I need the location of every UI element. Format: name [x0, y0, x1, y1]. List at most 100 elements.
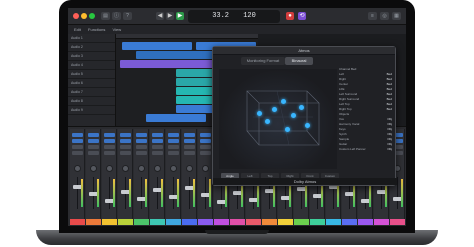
plugin-slot[interactable]	[168, 139, 179, 143]
channel-color-label[interactable]	[374, 219, 389, 225]
channel-color-label[interactable]	[118, 219, 133, 225]
inspector-icon[interactable]: ⓘ	[112, 12, 121, 20]
object-dot[interactable]	[257, 111, 262, 116]
plugin-slot[interactable]	[120, 139, 131, 143]
atmos-plugin-window[interactable]: Atmos Monitoring Format Binaural Channel…	[212, 46, 397, 186]
plugin-slot[interactable]	[104, 145, 115, 149]
pan-knob[interactable]	[202, 165, 209, 172]
3d-object-view[interactable]	[219, 69, 337, 169]
channel-color-label[interactable]	[214, 219, 229, 225]
channel-color-label[interactable]	[70, 219, 85, 225]
cycle-button[interactable]: ⟲	[298, 12, 306, 20]
track-header[interactable]: Audio 3	[68, 52, 115, 61]
forward-icon[interactable]: ▶	[166, 12, 174, 20]
plugin-slot[interactable]	[72, 145, 83, 149]
channel-color-label[interactable]	[150, 219, 165, 225]
plugin-slot[interactable]	[200, 133, 211, 137]
channel-color-label[interactable]	[134, 219, 149, 225]
object-dot[interactable]	[291, 113, 296, 118]
object-dot[interactable]	[272, 107, 277, 112]
audio-region[interactable]	[122, 42, 192, 50]
browser-icon[interactable]: ▦	[392, 12, 401, 20]
list-editors-icon[interactable]: ≡	[368, 12, 377, 20]
tab-monitoring-format[interactable]: Monitoring Format	[241, 57, 285, 65]
track-header[interactable]: Audio 2	[68, 43, 115, 52]
track-header[interactable]: Audio 6	[68, 79, 115, 88]
channel-color-label[interactable]	[358, 219, 373, 225]
plugin-slot[interactable]	[72, 151, 83, 155]
channel-color-label[interactable]	[326, 219, 341, 225]
plugin-slot[interactable]	[104, 151, 115, 155]
plugin-slot[interactable]	[168, 145, 179, 149]
channel-strip[interactable]	[86, 129, 101, 225]
plugin-slot[interactable]	[120, 145, 131, 149]
plugin-slot[interactable]	[184, 133, 195, 137]
channel-strip[interactable]	[166, 129, 181, 225]
channel-color-label[interactable]	[342, 219, 357, 225]
object-dot[interactable]	[285, 127, 290, 132]
pan-knob[interactable]	[170, 165, 177, 172]
plugin-slot[interactable]	[88, 133, 99, 137]
plugin-slot[interactable]	[120, 151, 131, 155]
plugin-slot[interactable]	[152, 151, 163, 155]
track-header[interactable]: Audio 4	[68, 61, 115, 70]
channel-strip[interactable]	[118, 129, 133, 225]
menu-edit[interactable]: Edit	[74, 27, 81, 32]
plugin-slot[interactable]	[152, 145, 163, 149]
object-dot[interactable]	[265, 119, 270, 124]
channel-color-label[interactable]	[182, 219, 197, 225]
rewind-icon[interactable]: ◀	[156, 12, 164, 20]
lcd-display[interactable]: 33.2 120	[188, 10, 280, 23]
channel-color-label[interactable]	[278, 219, 293, 225]
plugin-slot[interactable]	[200, 151, 211, 155]
menu-view[interactable]: View	[113, 27, 122, 32]
object-dot[interactable]	[281, 99, 286, 104]
track-header[interactable]: Audio 8	[68, 97, 115, 106]
track-header[interactable]: Audio 9	[68, 106, 115, 115]
pan-knob[interactable]	[154, 165, 161, 172]
zoom-window-button[interactable]	[89, 13, 95, 19]
plugin-slot[interactable]	[136, 133, 147, 137]
plugin-slot[interactable]	[72, 139, 83, 143]
channel-color-label[interactable]	[198, 219, 213, 225]
pan-knob[interactable]	[90, 165, 97, 172]
bar-ruler[interactable]	[116, 34, 258, 39]
channel-strip[interactable]	[150, 129, 165, 225]
pan-knob[interactable]	[138, 165, 145, 172]
plugin-slot[interactable]	[136, 151, 147, 155]
plugin-slot[interactable]	[168, 133, 179, 137]
channel-color-label[interactable]	[246, 219, 261, 225]
channel-strip[interactable]	[198, 129, 213, 225]
channel-strip[interactable]	[182, 129, 197, 225]
audio-region[interactable]	[146, 114, 206, 122]
minimize-window-button[interactable]	[81, 13, 87, 19]
plugin-slot[interactable]	[168, 151, 179, 155]
pan-knob[interactable]	[186, 165, 193, 172]
plugin-slot[interactable]	[200, 145, 211, 149]
pan-knob[interactable]	[106, 165, 113, 172]
channel-color-label[interactable]	[310, 219, 325, 225]
channel-color-label[interactable]	[86, 219, 101, 225]
plugin-slot[interactable]	[104, 133, 115, 137]
close-window-button[interactable]	[73, 13, 79, 19]
track-header[interactable]: Audio 1	[68, 34, 115, 43]
track-header[interactable]: Audio 5	[68, 70, 115, 79]
quick-help-icon[interactable]: ?	[123, 12, 132, 20]
channel-color-label[interactable]	[166, 219, 181, 225]
object-dot[interactable]	[299, 105, 304, 110]
plugin-slot[interactable]	[184, 139, 195, 143]
plugin-slot[interactable]	[184, 145, 195, 149]
channel-color-label[interactable]	[102, 219, 117, 225]
track-header[interactable]: Audio 7	[68, 88, 115, 97]
plugin-slot[interactable]	[72, 133, 83, 137]
channel-color-label[interactable]	[230, 219, 245, 225]
plugin-slot[interactable]	[136, 145, 147, 149]
channel-strip[interactable]	[70, 129, 85, 225]
plugin-slot[interactable]	[88, 151, 99, 155]
tab-binaural[interactable]: Binaural	[285, 57, 313, 65]
channel-color-label[interactable]	[262, 219, 277, 225]
plugin-slot[interactable]	[184, 151, 195, 155]
plugin-slot[interactable]	[152, 133, 163, 137]
play-button[interactable]: ▶	[176, 12, 184, 20]
channel-color-label[interactable]	[294, 219, 309, 225]
